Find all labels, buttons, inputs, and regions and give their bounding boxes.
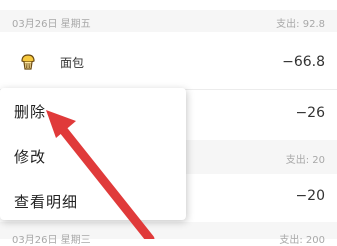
expense-total: 92.8 — [302, 19, 325, 30]
menu-item-edit[interactable]: 修改 — [14, 146, 46, 167]
expense-label: 支出: — [276, 19, 300, 30]
day-date: 03月26日 星期三 — [12, 235, 91, 246]
menu-item-delete[interactable]: 删除 — [14, 101, 46, 122]
bread-icon — [21, 54, 35, 70]
expense-label: 支出: — [279, 235, 303, 246]
transaction-amount: −20 — [295, 188, 325, 204]
menu-item-view-details[interactable]: 查看明细 — [14, 191, 78, 212]
context-menu: 删除 修改 查看明细 — [0, 88, 186, 220]
day-date: 03月26日 星期五 — [12, 19, 91, 30]
day-expense-summary: 支出: 92.8 — [276, 15, 325, 30]
transaction-row[interactable]: 面包 −66.8 — [0, 33, 337, 89]
day-header: 03月26日 星期五 支出: 92.8 — [0, 10, 337, 32]
day-header: 03月26日 星期三 支出: 200 — [0, 222, 337, 246]
transaction-amount: −66.8 — [282, 54, 325, 70]
transaction-amount: −26 — [295, 105, 325, 121]
transaction-category: 面包 — [60, 56, 85, 70]
expense-total: 20 — [312, 155, 325, 166]
day-expense-summary: 支出: 20 — [286, 151, 325, 166]
day-expense-summary: 支出: 200 — [279, 231, 325, 246]
expense-total: 200 — [305, 235, 325, 246]
expense-label: 支出: — [285, 155, 310, 166]
